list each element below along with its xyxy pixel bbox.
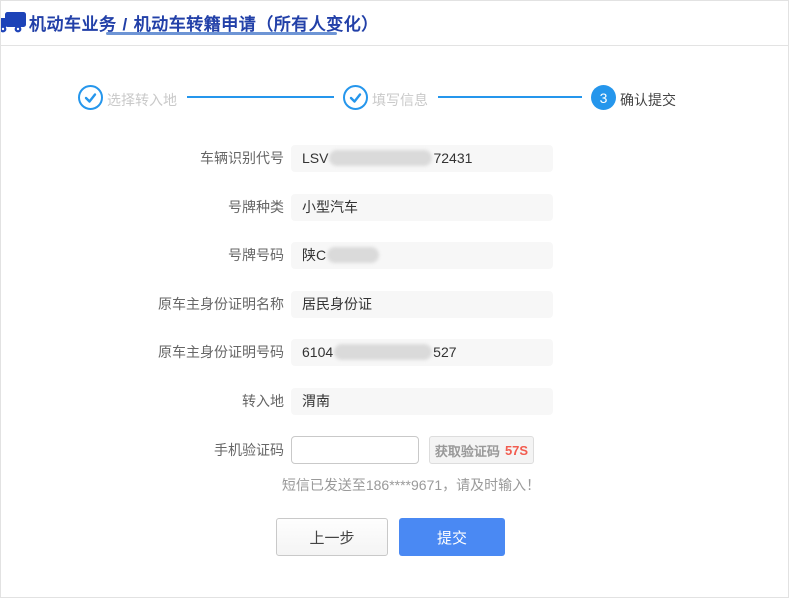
step1-done-check-icon xyxy=(78,85,103,110)
step3-label: 确认提交 xyxy=(620,90,676,110)
sms-sent-notice: 短信已发送至186****9671，请及时输入！ xyxy=(241,475,581,495)
step3-number-badge: 3 xyxy=(591,85,616,110)
previous-step-button[interactable]: 上一步 xyxy=(276,518,388,556)
owner-id-redaction xyxy=(334,344,432,360)
step2-done-check-icon xyxy=(343,85,368,110)
step2-label: 填写信息 xyxy=(372,90,428,110)
owner-id-prefix: 6104 xyxy=(302,344,333,360)
transfer-destination-value: 渭南 xyxy=(291,388,553,415)
plate-number-value: 陕C xyxy=(291,242,553,269)
plate-number-label: 号牌号码 xyxy=(64,242,284,269)
sms-code-input[interactable] xyxy=(291,436,419,464)
get-sms-code-text: 获取验证码 xyxy=(435,441,500,460)
vehicle-transfer-page: 机动车业务/机动车转籍申请（所有人变化） 选择转入地 填写信息 3 确认提交 车… xyxy=(0,0,789,598)
sms-code-label: 手机验证码 xyxy=(64,436,284,464)
plate-number-redaction xyxy=(327,247,379,263)
plate-number-prefix: 陕C xyxy=(302,247,326,263)
owner-id-suffix: 527 xyxy=(433,344,456,360)
transfer-destination-label: 转入地 xyxy=(64,388,284,415)
owner-id-number-value: 6104 527 xyxy=(291,339,553,366)
vin-prefix: LSV xyxy=(302,150,328,166)
submit-button[interactable]: 提交 xyxy=(399,518,505,556)
active-tab-underline xyxy=(106,32,337,35)
owner-id-name-value: 居民身份证 xyxy=(291,291,553,318)
vin-label: 车辆识别代号 xyxy=(64,145,284,172)
step1-label: 选择转入地 xyxy=(107,90,177,110)
truck-icon xyxy=(0,9,28,42)
owner-id-number-label: 原车主身份证明号码 xyxy=(64,339,284,366)
sms-countdown: 57S xyxy=(505,443,528,458)
vin-redaction xyxy=(329,150,432,166)
breadcrumb-section[interactable]: 机动车业务 xyxy=(29,15,117,34)
page-header: 机动车业务/机动车转籍申请（所有人变化） xyxy=(1,1,788,46)
get-sms-code-button[interactable]: 获取验证码 57S xyxy=(429,436,534,464)
owner-id-name-label: 原车主身份证明名称 xyxy=(64,291,284,318)
step-connector-2 xyxy=(438,96,582,98)
vin-value: LSV 72431 xyxy=(291,145,553,172)
vin-suffix: 72431 xyxy=(433,150,472,166)
plate-type-value: 小型汽车 xyxy=(291,194,553,221)
plate-type-label: 号牌种类 xyxy=(64,194,284,221)
step-connector-1 xyxy=(187,96,334,98)
